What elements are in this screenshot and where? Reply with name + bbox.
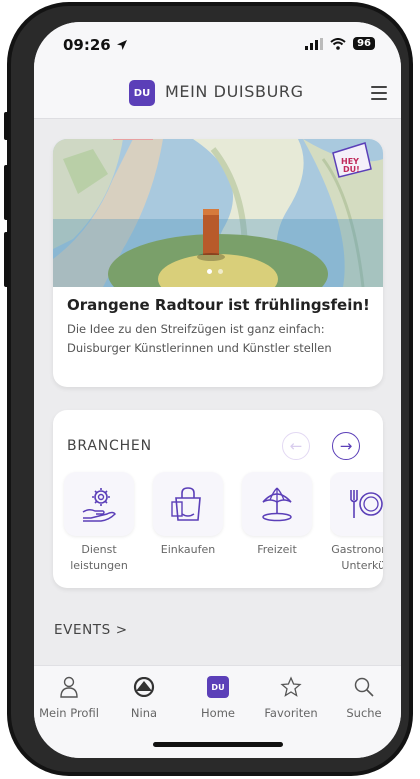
phone-side-button [4,232,9,287]
app-screen: 09:26 96 DU MEIN DUISBURG HEY DU! Orange… [34,22,401,758]
category-freizeit[interactable]: Freizeit [241,472,313,558]
shopping-bag-icon [171,487,201,521]
logo-text: DU [133,87,151,99]
category-label: Einkaufen [160,543,216,556]
beach-umbrella-icon [262,487,292,522]
tab-label: Mein Profil [39,706,99,720]
category-gastronomie[interactable]: Gastronom Unterkün [330,472,383,574]
carousel-dot[interactable] [218,269,223,274]
tab-favoriten[interactable]: Favoriten [255,674,327,720]
category-label: Freizeit [257,543,297,556]
category-tile [153,472,223,536]
tab-label: Suche [346,706,382,720]
hamburger-menu-icon[interactable] [371,86,387,104]
tab-label: Favoriten [264,706,318,720]
branchen-next-button[interactable]: → [332,432,360,460]
branchen-carousel: Dienst leistungen Einkaufen Freizeit Gas… [53,472,383,582]
category-label: Gastronom Unterkün [331,543,383,572]
app-title: MEIN DUISBURG [165,82,304,101]
tab-home[interactable]: DU Home [182,674,254,720]
plate-cutlery-icon [350,490,383,518]
news-title: Orangene Radtour ist frühlingsfein! [67,296,370,314]
svg-text:DU!: DU! [343,165,360,174]
signal-icon [305,37,324,50]
news-description: Die Idee zu den Streifzügen ist ganz ein… [67,322,332,355]
app-header: DU MEIN DUISBURG [34,68,401,119]
search-icon [354,677,374,697]
wifi-icon [330,37,346,50]
branchen-card: BRANCHEN ← → Dienst leistungen Einkaufen… [53,410,383,588]
tab-label: Nina [130,706,158,720]
tab-suche[interactable]: Suche [328,674,400,720]
hero-map-image: HEY DU! [53,139,383,287]
branchen-heading: BRANCHEN [67,438,152,454]
map-illustration: HEY DU! [53,139,383,287]
status-bar: 09:26 96 [34,22,401,68]
status-time: 09:26 [63,36,128,54]
du-logo-icon[interactable]: DU [129,80,155,106]
service-hand-gear-icon [82,488,116,522]
home-indicator[interactable] [153,742,283,747]
battery-indicator: 96 [353,37,375,50]
status-indicators: 96 [305,37,375,50]
category-dienstleistungen[interactable]: Dienst leistungen [63,472,135,574]
category-tile [242,472,312,536]
events-link[interactable]: EVENTS > [54,622,128,638]
carousel-dots [207,269,223,274]
category-label: Dienst leistungen [70,543,128,572]
tab-nina[interactable]: Nina [108,674,180,720]
category-tile [64,472,134,536]
news-card[interactable]: HEY DU! Orangene Radtour ist frühlingsfe… [53,139,383,387]
category-einkaufen[interactable]: Einkaufen [152,472,224,558]
tab-mein-profil[interactable]: Mein Profil [34,674,105,720]
branchen-prev-button[interactable]: ← [282,432,310,460]
carousel-dot[interactable] [207,269,212,274]
phone-side-button [4,112,9,140]
status-time-text: 09:26 [63,36,111,54]
phone-side-button [4,165,9,220]
home-logo-text: DU [211,682,225,692]
person-icon [60,676,78,698]
du-logo-icon: DU [207,676,229,698]
nina-icon [133,677,155,697]
category-tile [330,472,383,536]
location-arrow-icon [116,40,127,50]
star-icon [280,676,302,697]
tab-label: Home [201,706,235,720]
